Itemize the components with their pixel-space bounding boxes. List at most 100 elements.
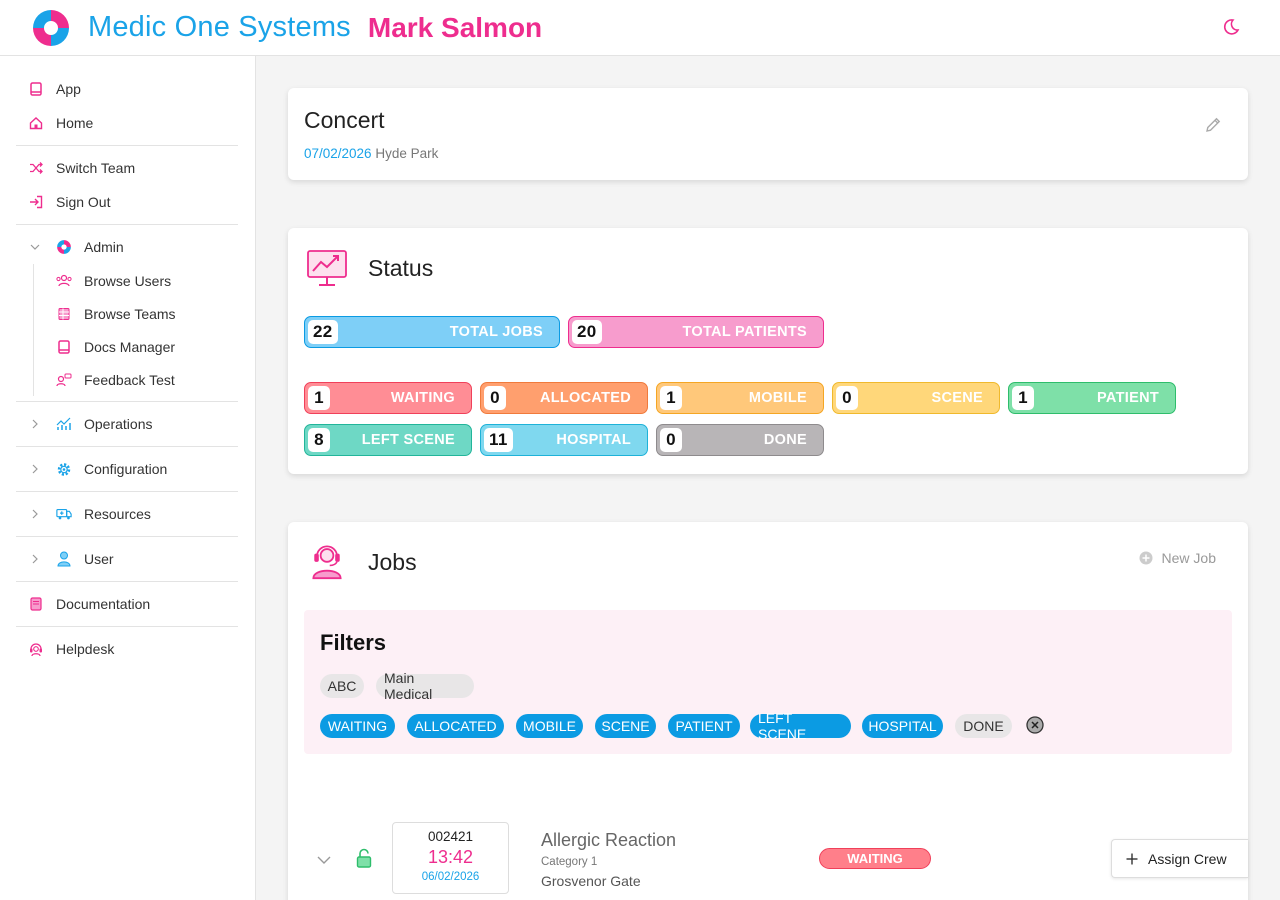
clear-filters-icon[interactable] (1026, 716, 1044, 734)
sidebar-divider (16, 401, 238, 402)
status-label: HOSPITAL (556, 432, 631, 448)
sidebar-item-operations[interactable]: Operations (0, 407, 255, 441)
job-date: 06/02/2026 (421, 871, 480, 883)
filter-chip-group[interactable]: Main Medical (376, 670, 474, 702)
monitor-chart-icon (307, 250, 347, 286)
admin-submenu: Browse Users Browse Teams Docs Manager F… (0, 264, 255, 396)
status-pill-total-jobs[interactable]: 22 TOTAL JOBS (304, 316, 560, 348)
status-pill-patient[interactable]: 1 PATIENT (1008, 382, 1176, 414)
sidebar-divider (16, 626, 238, 627)
sidebar-item-label: Configuration (84, 461, 168, 477)
chevron-right-icon[interactable] (30, 554, 40, 564)
filter-chip-status[interactable]: MOBILE (516, 714, 583, 738)
sidebar-item-configuration[interactable]: Configuration (0, 452, 255, 486)
status-count: 8 (308, 428, 330, 452)
new-job-label: New Job (1161, 550, 1216, 566)
app-title[interactable]: Medic One Systems (88, 11, 351, 44)
jobs-card: Jobs New Job Filters ABC Main Medical WAIT… (288, 522, 1248, 900)
status-pill-left-scene[interactable]: 8 LEFT SCENE (304, 424, 472, 456)
sidebar-item-browse-teams[interactable]: Browse Teams (0, 297, 255, 330)
sidebar-item-docs-manager[interactable]: Docs Manager (0, 330, 255, 363)
filter-chip-status[interactable]: SCENE (595, 714, 656, 738)
sidebar-item-switch-team[interactable]: Switch Team (0, 151, 255, 185)
status-pill-total-patients[interactable]: 20 TOTAL PATIENTS (568, 316, 824, 348)
plus-circle-icon (1139, 551, 1153, 565)
status-label: WAITING (390, 390, 455, 406)
sidebar-item-sign-out[interactable]: Sign Out (0, 185, 255, 219)
status-label: TOTAL JOBS (449, 324, 543, 340)
sidebar-item-label: Switch Team (56, 160, 136, 176)
chevron-right-icon[interactable] (30, 509, 40, 519)
status-count: 1 (660, 386, 682, 410)
assign-crew-button[interactable]: Assign Crew (1111, 839, 1248, 878)
sidebar-item-browse-users[interactable]: Browse Users (0, 264, 255, 297)
book-icon (56, 339, 72, 355)
status-label: LEFT SCENE (361, 432, 455, 448)
status-label: MOBILE (748, 390, 807, 406)
filter-chip-status[interactable]: WAITING (320, 714, 395, 738)
medic-logo-icon[interactable] (30, 7, 72, 49)
moon-icon[interactable] (1222, 18, 1240, 36)
sidebar-item-feedback-test[interactable]: Feedback Test (0, 363, 255, 396)
filter-chip-status[interactable]: LEFT SCENE (750, 710, 851, 742)
pencil-icon[interactable] (1204, 116, 1222, 134)
status-pill-hospital[interactable]: 11 HOSPITAL (480, 424, 648, 456)
jobs-title: Jobs (368, 549, 417, 575)
filter-chip-group[interactable]: ABC (320, 674, 364, 698)
status-pill-waiting[interactable]: 1 WAITING (304, 382, 472, 414)
feedback-icon (56, 372, 72, 388)
sidebar-item-label: Sign Out (56, 194, 111, 210)
sidebar-divider (16, 491, 238, 492)
chevron-right-icon[interactable] (30, 464, 40, 474)
users-icon (56, 273, 72, 289)
filter-chip-status[interactable]: DONE (955, 714, 1012, 738)
sidebar-item-label: Browse Users (84, 272, 172, 289)
chevron-down-icon[interactable] (317, 855, 331, 865)
sidebar-item-admin[interactable]: Admin (0, 230, 255, 264)
status-title: Status (368, 255, 434, 281)
top-bar: Medic One Systems Mark Salmon (0, 0, 1280, 56)
sidebar-item-app[interactable]: App (0, 72, 255, 106)
gear-icon (56, 461, 72, 477)
job-id: 002421 (427, 829, 474, 844)
unlock-icon[interactable] (356, 848, 372, 868)
sidebar-item-resources[interactable]: Resources (0, 497, 255, 531)
chevron-right-icon[interactable] (30, 419, 40, 429)
table-icon (56, 306, 72, 322)
status-count: 11 (484, 428, 513, 452)
status-pill-allocated[interactable]: 0 ALLOCATED (480, 382, 648, 414)
sidebar-item-user[interactable]: User (0, 542, 255, 576)
sidebar-item-helpdesk[interactable]: Helpdesk (0, 632, 255, 666)
sidebar-item-label: Feedback Test (84, 371, 175, 388)
filter-chip-status[interactable]: PATIENT (668, 714, 740, 738)
plus-icon (1126, 853, 1138, 864)
event-location: Hyde Park (375, 146, 439, 161)
status-card: Status 22 TOTAL JOBS 20 TOTAL PATIENTS 1 WAIT… (288, 228, 1248, 474)
status-pill-mobile[interactable]: 1 MOBILE (656, 382, 824, 414)
job-row[interactable]: 002421 13:42 06/02/2026 Allergic Reactio… (288, 822, 1248, 900)
sidebar-item-home[interactable]: Home (0, 106, 255, 140)
status-pill-done[interactable]: 0 DONE (656, 424, 824, 456)
status-count: 22 (308, 320, 338, 344)
filter-chip-status[interactable]: ALLOCATED (407, 714, 504, 738)
sidebar-item-label: Helpdesk (56, 641, 115, 657)
status-label: DONE (763, 432, 807, 448)
status-pill-scene[interactable]: 0 SCENE (832, 382, 1000, 414)
shuffle-icon (28, 160, 44, 176)
status-count: 20 (572, 320, 602, 344)
new-job-button[interactable]: New Job (1139, 550, 1216, 566)
headset-icon (28, 641, 44, 657)
sidebar-divider (16, 224, 238, 225)
user-icon (56, 551, 72, 567)
status-count: 1 (308, 386, 330, 410)
filter-chip-status[interactable]: HOSPITAL (862, 714, 943, 738)
sidebar-item-documentation[interactable]: Documentation (0, 587, 255, 621)
sign-out-icon (28, 194, 44, 210)
sidebar-item-label: App (56, 81, 81, 97)
sidebar-divider (16, 536, 238, 537)
user-name: Mark Salmon (367, 11, 543, 43)
job-location: Grosvenor Gate (541, 873, 641, 889)
sidebar-divider (16, 581, 238, 582)
chevron-down-icon[interactable] (30, 242, 40, 252)
filters-panel: Filters ABC Main Medical WAITING ALLOCATED M… (304, 610, 1232, 754)
